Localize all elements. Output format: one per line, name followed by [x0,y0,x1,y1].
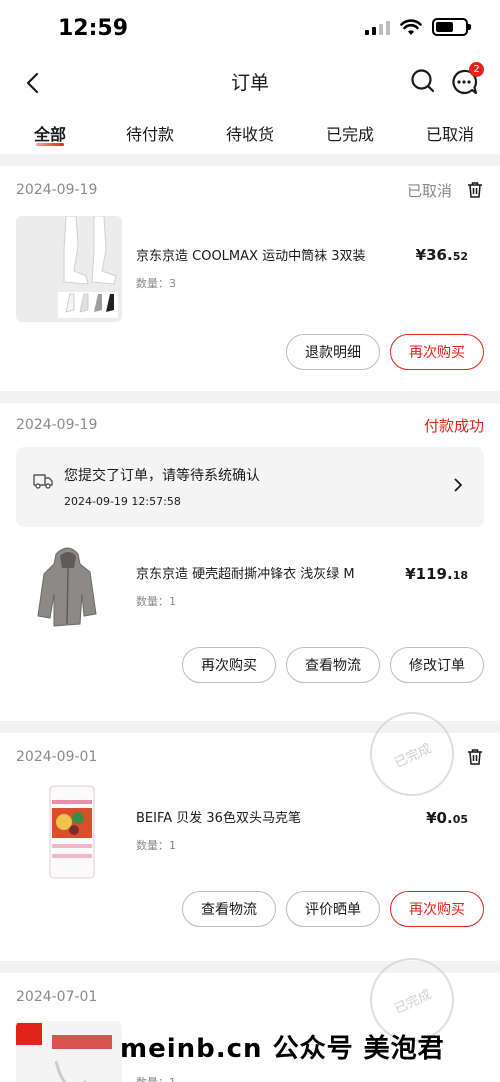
price-decimal: 52 [452,250,468,263]
message-count-badge: 2 [469,62,484,77]
track-package-button[interactable]: 查看物流 [182,891,276,927]
track-package-button[interactable]: 查看物流 [286,647,380,683]
status-bar: 12:59 [0,0,500,58]
write-review-button[interactable]: 评价晒单 [286,891,380,927]
product-quantity: 数量：1 [136,838,176,852]
chevron-right-icon [454,478,463,492]
order-list: 2024-09-19 已取消 京东京造 COOLMAX 运动中筒袜 3双装 数量… [0,166,500,1082]
order-card[interactable]: 2024-09-19 已取消 京东京造 COOLMAX 运动中筒袜 3双装 数量… [0,166,500,391]
search-icon[interactable] [408,66,438,96]
order-card[interactable]: 2024-09-19 付款成功 您提交了订单，请等待系统确认 2024-09-1… [0,403,500,721]
product-image-jacket[interactable] [16,534,122,640]
product-quantity: 数量：1 [136,594,176,608]
price-decimal: 18 [452,569,468,582]
status-icons [365,18,471,36]
price-main: ¥0. [426,809,453,827]
order-item[interactable]: 京东京造 硬壳超耐撕冲锋衣 浅灰绿 M 数量：1 ¥119.18 [16,534,484,640]
notice-message: 您提交了订单，请等待系统确认 [64,468,260,484]
tab-pending-payment[interactable]: 待付款 [100,108,200,154]
messages-button[interactable]: 2 [448,62,484,98]
delivery-truck-icon [33,474,53,489]
order-tabs: 全部 待付款 待收货 已完成 已取消 [0,108,500,154]
app-header: 订单 2 [0,58,500,108]
buy-again-button[interactable]: 再次购买 [182,647,276,683]
tab-cancelled[interactable]: 已取消 [400,108,500,154]
order-actions: 退款明细 再次购买 [16,324,484,390]
product-title[interactable]: BEIFA 贝发 36色双头马克笔 [136,810,386,828]
product-quantity: 数量：3 [136,276,176,290]
product-quantity: 数量：1 [136,1074,484,1082]
wifi-icon [400,18,422,35]
order-date: 2024-09-19 [16,417,98,433]
tab-pending-receipt[interactable]: 待收货 [200,108,300,154]
watermark-text: meinb.cn 公众号 美泡君 [120,1034,445,1064]
product-price: ¥0.05 [426,809,468,827]
order-item[interactable]: 京东京造 COOLMAX 运动中筒袜 3双装 数量：3 ¥36.52 [16,214,484,324]
status-time: 12:59 [58,16,129,41]
price-main: ¥119. [405,565,453,583]
trash-icon[interactable] [466,181,484,199]
trash-icon[interactable] [466,748,484,766]
order-date: 2024-09-19 [16,182,98,198]
order-actions: 查看物流 评价晒单 再次购买 [16,881,484,947]
notice-timestamp: 2024-09-19 12:57:58 [64,495,181,508]
order-progress-notice[interactable]: 您提交了订单，请等待系统确认 2024-09-19 12:57:58 [16,447,484,527]
order-status: 已取消 [406,181,452,200]
order-header: 2024-09-19 已取消 [16,166,484,214]
product-image-markers[interactable] [16,778,122,884]
order-date: 2024-09-01 [16,749,98,765]
order-header: 2024-09-19 付款成功 [16,403,484,447]
buy-again-button[interactable]: 再次购买 [390,334,484,370]
product-price: ¥36.52 [416,246,468,264]
product-image-cable[interactable] [16,1021,122,1082]
order-date: 2024-07-01 [16,989,98,1005]
cellular-signal-icon [365,19,390,35]
price-main: ¥36. [415,246,453,264]
tab-completed[interactable]: 已完成 [300,108,400,154]
product-price: ¥119.18 [405,565,468,583]
tab-all[interactable]: 全部 [0,108,100,154]
price-decimal: 05 [452,813,468,826]
product-title[interactable]: 京东京造 硬壳超耐撕冲锋衣 浅灰绿 M [136,566,386,584]
modify-order-button[interactable]: 修改订单 [390,647,484,683]
product-title[interactable]: 京东京造 COOLMAX 运动中筒袜 3双装 [136,248,386,266]
battery-icon [432,18,471,36]
product-image-socks[interactable] [16,216,122,322]
refund-details-button[interactable]: 退款明细 [286,334,380,370]
order-actions: 再次购买 查看物流 修改订单 [16,637,484,703]
order-status: 付款成功 [423,416,484,435]
buy-again-button[interactable]: 再次购买 [390,891,484,927]
